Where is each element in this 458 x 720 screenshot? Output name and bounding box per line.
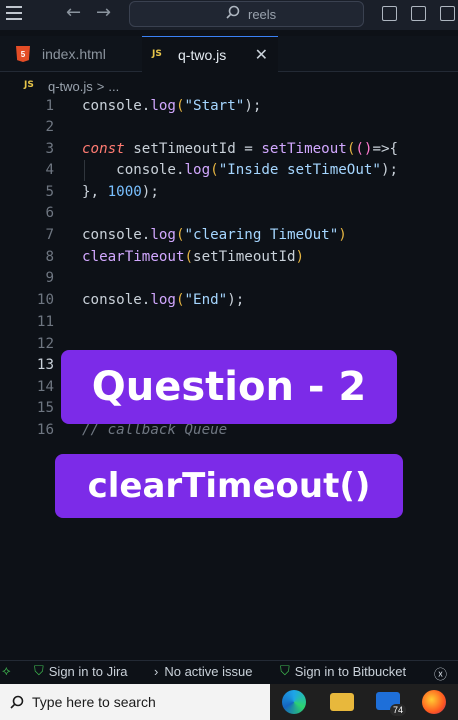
js-icon: JS (24, 80, 34, 90)
toggle-sidebar-icon[interactable] (382, 6, 397, 21)
code-line: 3 const setTimeoutId = setTimeout(()=>{ (0, 139, 458, 160)
firefox-icon[interactable] (422, 690, 446, 714)
jira-label: Sign in to Jira (48, 664, 128, 679)
line-number: 2 (45, 119, 54, 135)
issue-label: No active issue (164, 664, 253, 679)
line-number: 9 (45, 270, 54, 286)
command-search-box[interactable]: reels (129, 1, 364, 27)
mail-badge: 74 (389, 704, 406, 716)
file-explorer-icon[interactable] (330, 693, 354, 711)
line-number: 14 (36, 379, 54, 395)
code-line: 6 (0, 203, 458, 224)
line-number: 8 (45, 249, 54, 265)
code-text: console.log("Start"); (82, 98, 262, 114)
code-line: 11 (0, 312, 458, 333)
mail-icon[interactable]: 74 (376, 692, 406, 716)
js-icon: JS (152, 48, 162, 59)
editor-tab-bar: 5 index.html JS q-two.js ✕ (0, 36, 458, 72)
code-text: console.log("clearing TimeOut") (82, 227, 347, 243)
search-icon (10, 695, 24, 709)
breadcrumb-more[interactable]: ... (108, 79, 119, 94)
menu-icon[interactable] (6, 6, 22, 20)
bitbucket-label: Sign in to Bitbucket (294, 664, 407, 679)
code-line: 5 }, 1000); (0, 182, 458, 203)
code-text: const setTimeoutId = setTimeout(()=>{ (82, 141, 399, 157)
search-icon (226, 5, 240, 19)
code-text: console.log("End"); (82, 292, 245, 308)
edge-browser-icon[interactable] (282, 690, 306, 714)
taskbar-search[interactable]: Type here to search (0, 684, 270, 720)
line-number: 1 (45, 98, 54, 114)
jira-icon: ⛉ (34, 664, 44, 679)
bitbucket-icon: ⛉ (280, 664, 290, 679)
back-arrow-icon[interactable]: ← (66, 2, 81, 23)
code-text: }, 1000); (82, 184, 159, 200)
line-number: 13 (36, 357, 54, 373)
code-line: 8 clearTimeout(setTimeoutId) (0, 247, 458, 268)
line-number: 4 (45, 162, 54, 178)
line-number: 10 (36, 292, 54, 308)
issue-icon: › (154, 664, 159, 679)
breadcrumb-separator: > (96, 78, 105, 94)
bitbucket-sign-in[interactable]: ⛉ Sign in to Bitbucket (280, 664, 406, 679)
remote-icon[interactable]: ⟡ (2, 664, 16, 679)
code-line: 1 console.log("Start"); (0, 96, 458, 117)
code-text: clearTimeout(setTimeoutId) (82, 249, 305, 265)
line-number: 16 (36, 422, 54, 438)
jira-sign-in[interactable]: ⛉ Sign in to Jira (34, 664, 128, 679)
code-line: 7 console.log("clearing TimeOut") (0, 225, 458, 246)
line-number: 15 (36, 400, 54, 416)
active-issue[interactable]: › No active issue (154, 664, 253, 679)
line-number: 12 (36, 336, 54, 352)
code-text: console.log("Inside setTimeOut"); (116, 162, 399, 178)
line-number: 5 (45, 184, 54, 200)
tab-label: index.html (42, 46, 106, 62)
line-number: 3 (45, 141, 54, 157)
question-title-banner: clearTimeout() (55, 454, 403, 518)
line-number: 11 (36, 314, 54, 330)
breadcrumb: JS q-two.js > ... (24, 76, 119, 96)
code-line: 2 (0, 117, 458, 138)
search-text: reels (248, 7, 277, 22)
toggle-panel-icon[interactable] (411, 6, 426, 21)
problems-icon[interactable]: ⓧ (434, 664, 447, 683)
status-bar: ⟡ ⛉ Sign in to Jira › No active issue ⛉ Sig… (0, 660, 458, 682)
forward-arrow-icon[interactable]: → (96, 2, 111, 23)
line-number: 6 (45, 205, 54, 221)
html5-icon: 5 (16, 46, 30, 62)
tab-index-html[interactable]: 5 index.html (16, 36, 140, 72)
question-label-banner: Question - 2 (61, 350, 397, 424)
code-line: 10 console.log("End"); (0, 290, 458, 311)
toggle-secondary-sidebar-icon[interactable] (440, 6, 455, 21)
taskbar-search-placeholder: Type here to search (32, 694, 156, 710)
line-number: 7 (45, 227, 54, 243)
code-line: 9 (0, 268, 458, 289)
os-taskbar: Type here to search 74 (0, 684, 458, 720)
title-bar: ← → reels (0, 0, 458, 30)
breadcrumb-file[interactable]: q-two.js (48, 79, 93, 94)
tab-label: q-two.js (178, 46, 227, 63)
tab-q-two-js[interactable]: JS q-two.js ✕ (142, 36, 278, 72)
code-line: 4 console.log("Inside setTimeOut"); (0, 160, 458, 181)
close-icon[interactable]: ✕ (255, 45, 268, 65)
